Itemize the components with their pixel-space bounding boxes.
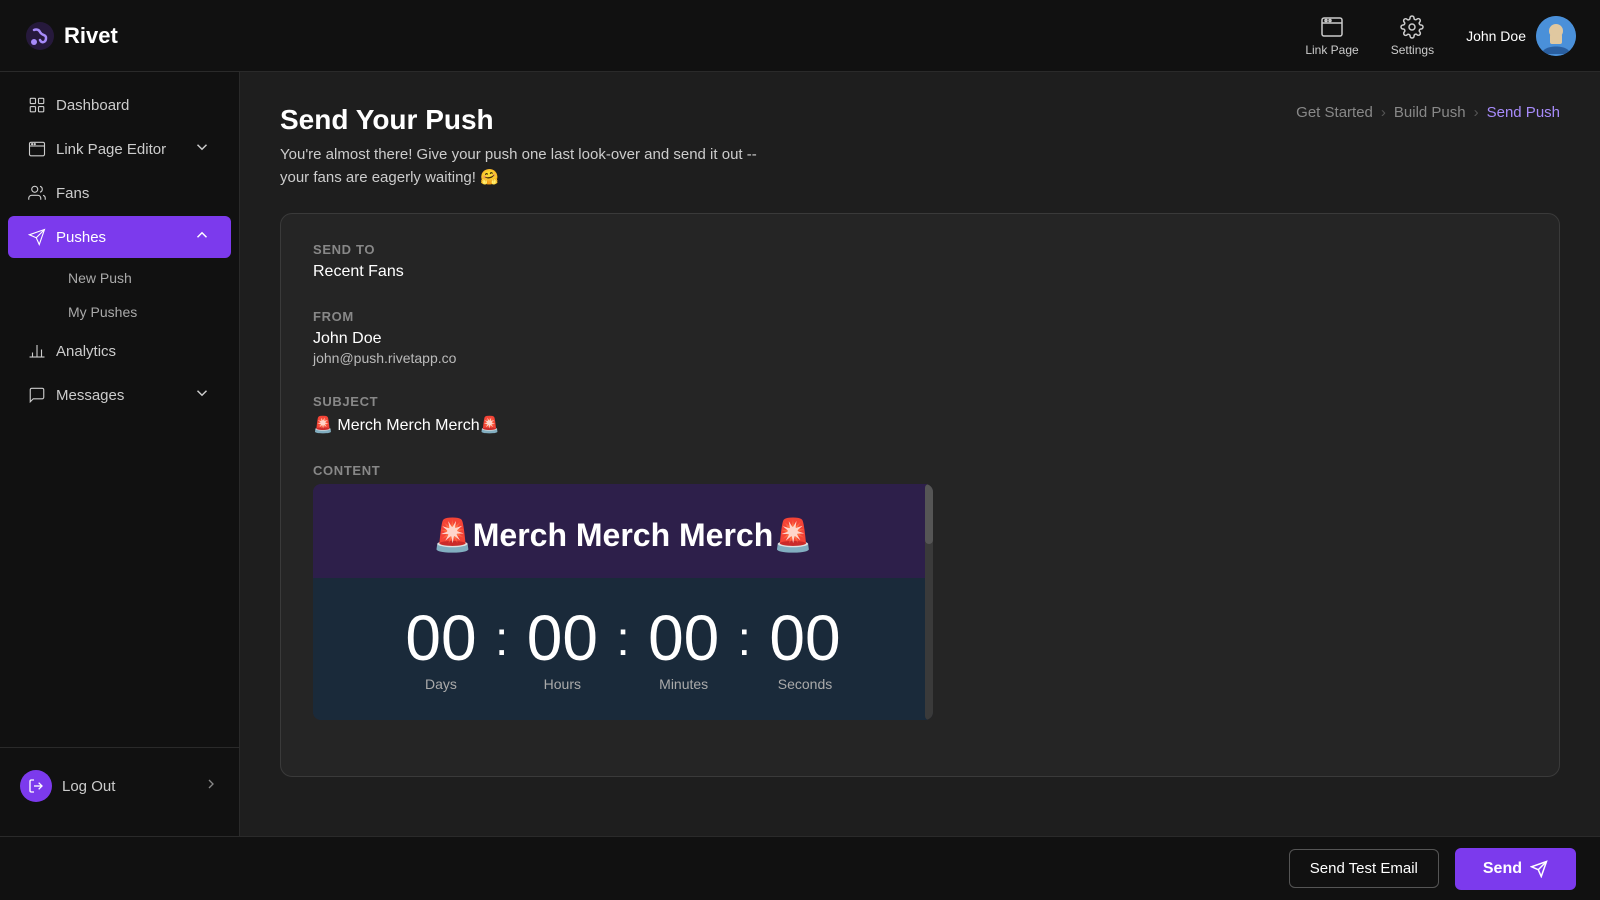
subject-value: 🚨 Merch Merch Merch🚨 bbox=[313, 415, 1527, 435]
countdown-separator-1: : bbox=[495, 612, 508, 687]
link-page-nav-item[interactable]: Link Page bbox=[1305, 15, 1358, 57]
chevron-up-icon bbox=[193, 226, 211, 248]
countdown-timer: 00 Days : 00 Hours : 00 Minutes bbox=[313, 578, 933, 720]
users-icon bbox=[28, 184, 46, 202]
main-content: Send Your Push You're almost there! Give… bbox=[240, 72, 1600, 836]
from-section: From John Doe john@push.rivetapp.co bbox=[313, 309, 1527, 366]
sidebar-item-pushes[interactable]: Pushes bbox=[8, 216, 231, 258]
sidebar-item-dashboard-label: Dashboard bbox=[56, 97, 129, 114]
logo-icon bbox=[24, 20, 56, 52]
content-section: Content 🚨Merch Merch Merch🚨 00 Days : bbox=[313, 463, 1527, 720]
seconds-value: 00 bbox=[769, 606, 840, 670]
push-icon bbox=[28, 228, 46, 246]
logout-button[interactable]: Log Out bbox=[8, 760, 231, 812]
page-title: Send Your Push bbox=[280, 104, 757, 136]
subject-label: Subject bbox=[313, 394, 1527, 409]
scroll-indicator[interactable] bbox=[925, 484, 933, 720]
app-name: Rivet bbox=[64, 23, 118, 49]
countdown-separator-2: : bbox=[616, 612, 629, 687]
chart-icon bbox=[28, 342, 46, 360]
bottom-bar: Send Test Email Send bbox=[0, 836, 1600, 900]
countdown-days: 00 Days bbox=[391, 606, 491, 692]
logout-icon bbox=[20, 770, 52, 802]
top-nav: Rivet Link Page Settings John Doe bbox=[0, 0, 1600, 72]
preview-title: 🚨Merch Merch Merch🚨 bbox=[433, 516, 813, 554]
breadcrumb-step-2: Build Push bbox=[1394, 104, 1466, 121]
browser-icon bbox=[28, 140, 46, 158]
countdown-separator-3: : bbox=[738, 612, 751, 687]
send-icon bbox=[1530, 860, 1548, 878]
hours-label: Hours bbox=[544, 676, 581, 692]
avatar-image bbox=[1536, 16, 1576, 56]
content-label: Content bbox=[313, 463, 1527, 478]
logout-label: Log Out bbox=[62, 778, 115, 795]
sidebar-item-link-page-editor[interactable]: Link Page Editor bbox=[8, 128, 231, 170]
grid-icon bbox=[28, 96, 46, 114]
send-to-label: Send To bbox=[313, 242, 1527, 257]
logout-arrow-icon bbox=[203, 776, 219, 796]
page-title-section: Send Your Push You're almost there! Give… bbox=[280, 104, 757, 189]
countdown-hours: 00 Hours bbox=[512, 606, 612, 692]
breadcrumb-step-1: Get Started bbox=[1296, 104, 1373, 121]
send-test-email-button[interactable]: Send Test Email bbox=[1289, 849, 1439, 888]
sidebar-item-analytics[interactable]: Analytics bbox=[8, 332, 231, 370]
main-layout: Dashboard Link Page Editor Fans bbox=[0, 72, 1600, 836]
countdown-minutes: 00 Minutes bbox=[634, 606, 734, 692]
preview-header: 🚨Merch Merch Merch🚨 bbox=[313, 484, 933, 578]
nav-right: Link Page Settings John Doe bbox=[1305, 15, 1576, 57]
push-details-card: Send To Recent Fans From John Doe john@p… bbox=[280, 213, 1560, 777]
days-label: Days bbox=[425, 676, 457, 692]
send-to-section: Send To Recent Fans bbox=[313, 242, 1527, 281]
breadcrumb-step-3: Send Push bbox=[1487, 104, 1560, 121]
minutes-label: Minutes bbox=[659, 676, 708, 692]
sidebar-item-fans[interactable]: Fans bbox=[8, 174, 231, 212]
page-subtitle: You're almost there! Give your push one … bbox=[280, 144, 757, 189]
breadcrumb-separator-1: › bbox=[1381, 104, 1386, 121]
sidebar-item-messages[interactable]: Messages bbox=[8, 374, 231, 416]
content-preview: 🚨Merch Merch Merch🚨 00 Days : 00 H bbox=[313, 484, 933, 720]
minutes-value: 00 bbox=[648, 606, 719, 670]
subject-section: Subject 🚨 Merch Merch Merch🚨 bbox=[313, 394, 1527, 435]
link-page-icon bbox=[1320, 15, 1344, 39]
page-header: Send Your Push You're almost there! Give… bbox=[280, 104, 1560, 189]
chevron-down-icon bbox=[193, 138, 211, 160]
sidebar-item-dashboard[interactable]: Dashboard bbox=[8, 86, 231, 124]
sidebar-item-analytics-label: Analytics bbox=[56, 343, 116, 360]
pushes-submenu: New Push My Pushes bbox=[0, 260, 239, 330]
sidebar-item-pushes-label: Pushes bbox=[56, 229, 106, 246]
countdown-seconds: 00 Seconds bbox=[755, 606, 855, 692]
seconds-label: Seconds bbox=[778, 676, 832, 692]
message-icon bbox=[28, 386, 46, 404]
sidebar-item-my-pushes[interactable]: My Pushes bbox=[56, 296, 231, 328]
hours-value: 00 bbox=[527, 606, 598, 670]
sidebar-item-fans-label: Fans bbox=[56, 185, 89, 202]
breadcrumb-separator-2: › bbox=[1474, 104, 1479, 121]
user-profile[interactable]: John Doe bbox=[1466, 16, 1576, 56]
sidebar-bottom: Log Out bbox=[0, 747, 239, 824]
sidebar-item-messages-label: Messages bbox=[56, 387, 124, 404]
chevron-down-icon-messages bbox=[193, 384, 211, 406]
from-email: john@push.rivetapp.co bbox=[313, 350, 1527, 366]
sidebar-item-new-push[interactable]: New Push bbox=[56, 262, 231, 294]
from-label: From bbox=[313, 309, 1527, 324]
gear-icon bbox=[1400, 15, 1424, 39]
user-name: John Doe bbox=[1466, 28, 1526, 44]
scroll-thumb bbox=[925, 484, 933, 544]
from-name: John Doe bbox=[313, 330, 1527, 348]
send-button[interactable]: Send bbox=[1455, 848, 1576, 890]
settings-nav-item[interactable]: Settings bbox=[1391, 15, 1434, 57]
avatar bbox=[1536, 16, 1576, 56]
sidebar-item-link-page-label: Link Page Editor bbox=[56, 141, 166, 158]
sidebar: Dashboard Link Page Editor Fans bbox=[0, 72, 240, 836]
breadcrumb: Get Started › Build Push › Send Push bbox=[1296, 104, 1560, 121]
send-to-value: Recent Fans bbox=[313, 263, 1527, 281]
app-logo[interactable]: Rivet bbox=[24, 20, 118, 52]
days-value: 00 bbox=[405, 606, 476, 670]
